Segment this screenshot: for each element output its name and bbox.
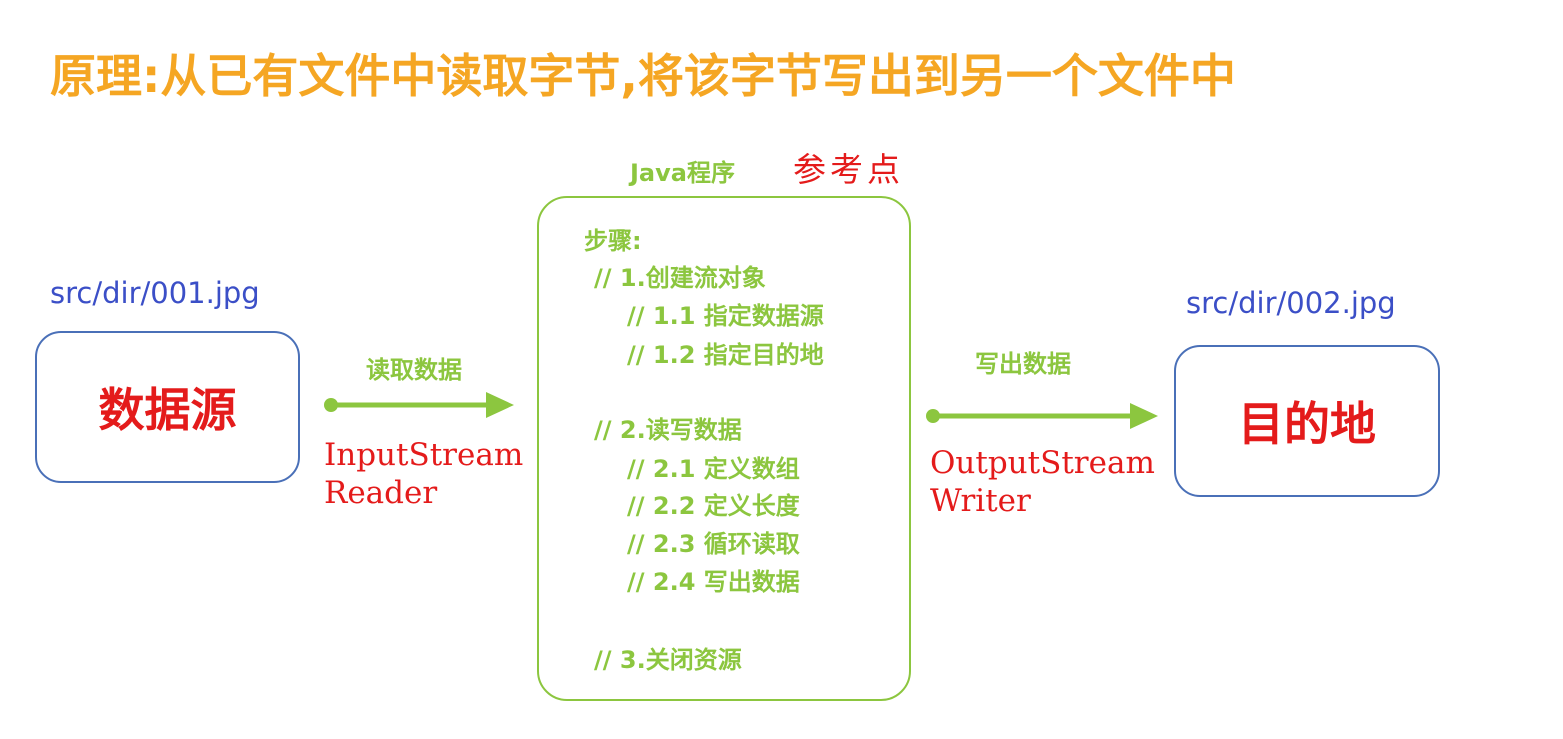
steps-header: 步骤: xyxy=(584,227,642,255)
write-arrow xyxy=(926,403,1158,429)
input-class-reader: Reader xyxy=(324,475,438,511)
read-arrow xyxy=(324,392,514,418)
read-arrow-label: 读取数据 xyxy=(366,356,462,384)
output-class-outputstream: OutputStream xyxy=(930,445,1155,481)
java-program-title: Java程序 xyxy=(630,159,735,187)
step-2-4: // 2.4 写出数据 xyxy=(627,568,800,596)
step-3: // 3.关闭资源 xyxy=(594,646,742,674)
input-class-inputstream: InputStream xyxy=(324,437,524,473)
write-arrow-label: 写出数据 xyxy=(975,350,1071,378)
output-classes: OutputStream Writer xyxy=(930,444,1155,520)
step-2-2: // 2.2 定义长度 xyxy=(627,492,800,520)
input-classes: InputStream Reader xyxy=(324,436,523,512)
step-2-1: // 2.1 定义数组 xyxy=(627,455,800,483)
step-1-2: // 1.2 指定目的地 xyxy=(627,341,824,369)
step-2: // 2.读写数据 xyxy=(594,416,742,444)
step-1: // 1.创建流对象 xyxy=(594,264,766,292)
step-2-3: // 2.3 循环读取 xyxy=(627,530,800,558)
output-class-writer: Writer xyxy=(930,483,1031,519)
step-1-1: // 1.1 指定数据源 xyxy=(627,302,824,330)
reference-point-annotation: 参考点 xyxy=(793,150,904,189)
